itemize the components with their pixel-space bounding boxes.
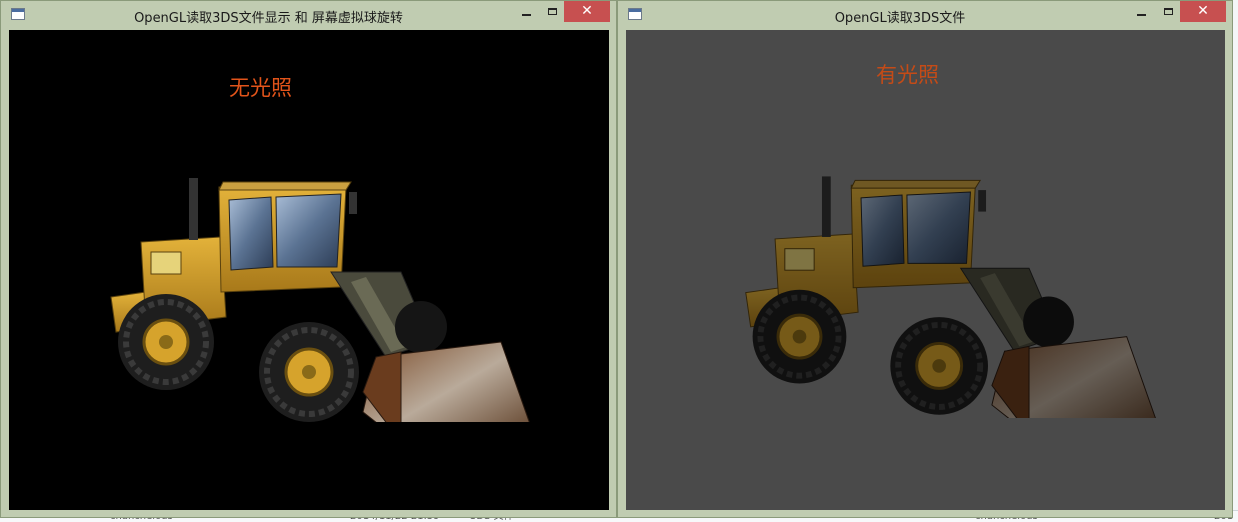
window-with-lighting[interactable]: OpenGL读取3DS文件 ✕ 有光照 <box>617 0 1233 518</box>
title-bar[interactable]: OpenGL读取3DS文件显示 和 屏幕虚拟球旋转 ✕ <box>1 1 616 29</box>
close-icon: ✕ <box>1197 3 1209 19</box>
wheel-loader-model <box>101 142 532 444</box>
maximize-icon <box>1163 8 1173 15</box>
minimize-button[interactable] <box>513 1 539 22</box>
minimize-icon <box>521 13 531 16</box>
close-button[interactable]: ✕ <box>1180 1 1226 22</box>
wheel-loader-model <box>736 138 1157 436</box>
maximize-button[interactable] <box>1155 1 1181 22</box>
minimize-icon <box>1136 13 1146 16</box>
close-icon: ✕ <box>581 3 593 19</box>
window-no-lighting[interactable]: OpenGL读取3DS文件显示 和 屏幕虚拟球旋转 ✕ 无光照 <box>0 0 617 518</box>
maximize-button[interactable] <box>539 1 565 22</box>
title-bar[interactable]: OpenGL读取3DS文件 ✕ <box>618 1 1232 29</box>
opengl-canvas[interactable]: 有光照 <box>626 30 1225 510</box>
close-button[interactable]: ✕ <box>564 1 610 22</box>
minimize-button[interactable] <box>1128 1 1154 22</box>
wheel-loader-image <box>110 178 532 444</box>
opengl-canvas[interactable]: 无光照 <box>9 30 609 510</box>
maximize-icon <box>547 8 557 15</box>
wheel-loader-image <box>745 176 1157 436</box>
scene-label: 无光照 <box>229 76 292 100</box>
scene-label: 有光照 <box>876 63 939 87</box>
